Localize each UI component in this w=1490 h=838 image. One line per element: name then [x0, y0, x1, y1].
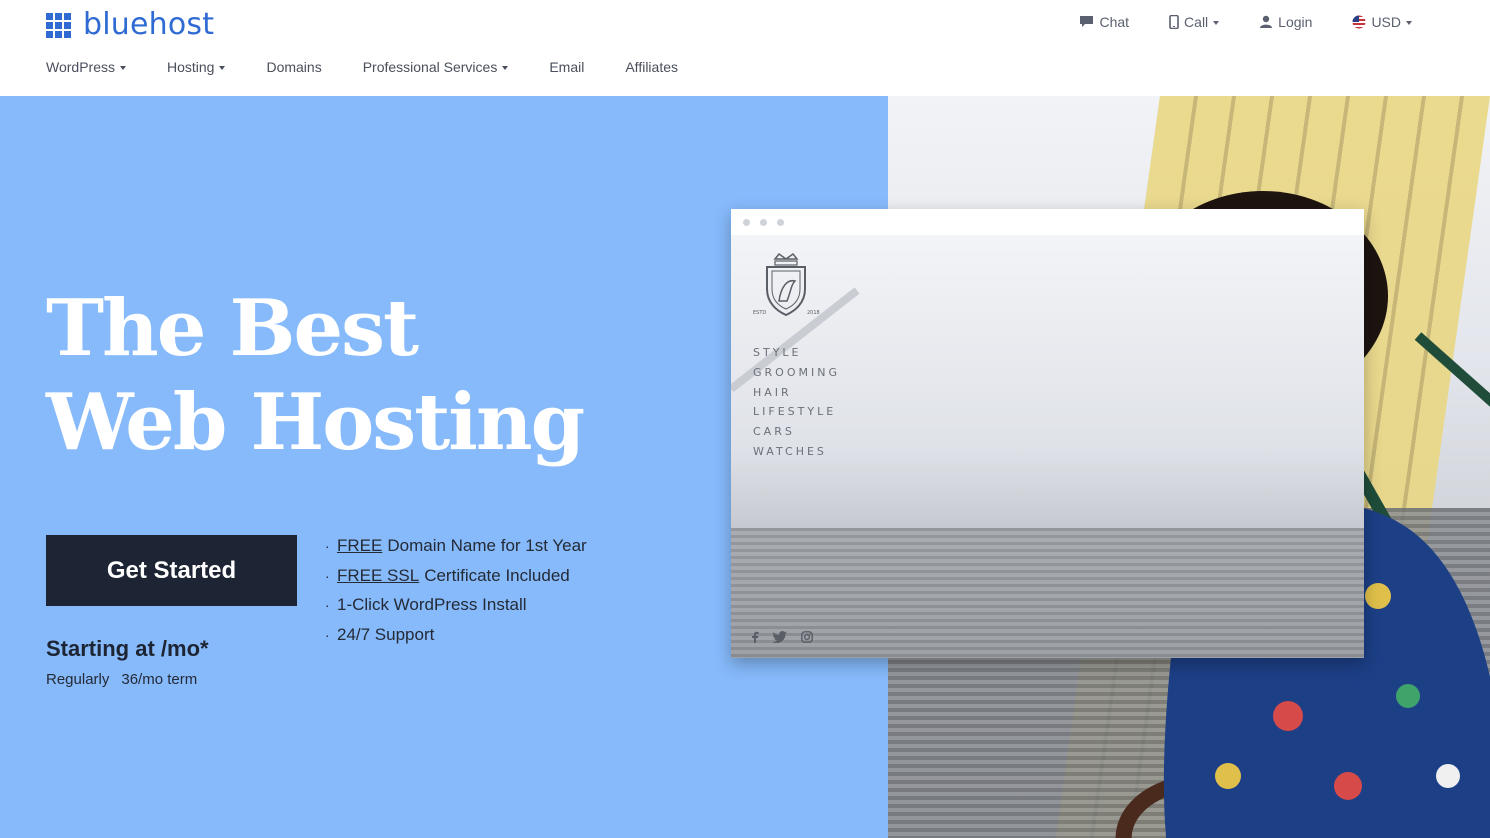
list-item: · 24/7 Support	[325, 620, 587, 650]
chevron-down-icon	[119, 66, 126, 70]
call-dropdown[interactable]: Call	[1169, 14, 1220, 30]
mockup-menu-item: WATCHES	[753, 444, 827, 458]
bluehost-logo[interactable]: bluehost	[46, 10, 214, 40]
logo-wordmark: bluehost	[83, 7, 215, 42]
feature-text: Domain Name for 1st Year	[387, 535, 587, 555]
bullet-icon: ·	[325, 567, 330, 584]
feature-text: 1-Click WordPress Install	[337, 595, 527, 615]
website-preview-mockup: ESTD 2018 STYLE GROOMING HAIR LIFESTYLE …	[731, 209, 1364, 658]
chat-link[interactable]: Chat	[1079, 14, 1129, 30]
nav-item-label: Domains	[266, 59, 322, 75]
nav-item-label: Email	[549, 59, 585, 75]
chevron-down-icon	[1406, 21, 1412, 25]
nav-item-label: Hosting	[166, 59, 215, 75]
regularly-label: Regularly	[46, 671, 110, 688]
us-flag-icon	[1352, 15, 1366, 29]
nav-item-affiliates[interactable]: Affiliates	[625, 58, 678, 76]
twitter-icon	[773, 631, 787, 643]
mockup-menu-item: HAIR	[753, 385, 792, 399]
free-ssl-link[interactable]: FREE SSL	[337, 564, 419, 588]
call-label: Call	[1184, 14, 1209, 30]
site-header: bluehost Chat Call Login USD WordPress H…	[0, 0, 1490, 96]
instagram-icon	[801, 631, 813, 643]
currency-label: USD	[1371, 14, 1401, 30]
nav-item-wordpress[interactable]: WordPress	[46, 58, 126, 76]
crest-estd: ESTD	[753, 310, 766, 316]
bullet-icon: ·	[325, 597, 330, 614]
login-label: Login	[1278, 14, 1313, 30]
mockup-social-icons	[751, 631, 827, 643]
headline-line-1: The Best	[46, 283, 419, 374]
feature-list: · FREE Domain Name for 1st Year · FREE S…	[325, 531, 587, 650]
nav-item-label: WordPress	[46, 59, 115, 75]
chat-icon	[1080, 16, 1094, 27]
window-dot-icon	[743, 218, 750, 226]
logo-grid-icon	[46, 12, 71, 38]
mockup-body: ESTD 2018 STYLE GROOMING HAIR LIFESTYLE …	[731, 235, 1364, 658]
nav-item-label: Affiliates	[625, 59, 679, 75]
facebook-icon	[751, 631, 759, 643]
bullet-icon: ·	[325, 626, 330, 643]
nav-item-email[interactable]: Email	[549, 58, 584, 76]
get-started-button[interactable]: Get Started	[46, 535, 297, 606]
price-line: Starting at /mo*	[46, 636, 209, 661]
mockup-menu-item: CARS	[753, 425, 795, 439]
nav-item-hosting[interactable]: Hosting	[166, 58, 226, 76]
currency-dropdown[interactable]: USD	[1352, 14, 1412, 30]
chevron-down-icon	[1213, 21, 1220, 25]
window-dot-icon	[760, 218, 767, 226]
hero-headline: The Best Web Hosting	[46, 282, 585, 470]
main-nav: WordPress Hosting Domains Professional S…	[46, 58, 719, 76]
nav-item-professional-services[interactable]: Professional Services	[363, 58, 509, 76]
nav-item-domains[interactable]: Domains	[266, 58, 321, 76]
chat-label: Chat	[1099, 14, 1130, 30]
window-dot-icon	[777, 218, 784, 226]
headline-line-2: Web Hosting	[46, 377, 585, 468]
chevron-down-icon	[219, 66, 226, 70]
mockup-menu-item: GROOMING	[753, 365, 840, 379]
list-item: · FREE Domain Name for 1st Year	[325, 531, 587, 561]
mockup-title-bar	[731, 209, 1364, 235]
login-link[interactable]: Login	[1259, 14, 1312, 30]
mockup-menu-item: LIFESTYLE	[753, 405, 837, 419]
feature-text: 24/7 Support	[337, 624, 435, 644]
nav-item-label: Professional Services	[362, 59, 498, 75]
mockup-menu: STYLE GROOMING HAIR LIFESTYLE CARS WATCH…	[753, 343, 840, 462]
mockup-menu-item: STYLE	[753, 346, 802, 359]
user-icon	[1260, 15, 1273, 28]
feature-text: Certificate Included	[424, 565, 570, 585]
term-label: 36/mo term	[121, 671, 198, 688]
crest-logo-icon: ESTD 2018	[753, 252, 820, 317]
price-subtext: Regularly 36/mo term	[46, 671, 197, 688]
utility-nav: Chat Call Login USD	[1039, 12, 1412, 32]
chevron-down-icon	[502, 66, 509, 70]
phone-icon	[1169, 15, 1179, 29]
list-item: · 1-Click WordPress Install	[325, 590, 587, 620]
crest-year: 2018	[807, 310, 820, 316]
bullet-icon: ·	[325, 537, 330, 554]
free-domain-link[interactable]: FREE	[337, 534, 382, 558]
list-item: · FREE SSL Certificate Included	[325, 561, 587, 591]
